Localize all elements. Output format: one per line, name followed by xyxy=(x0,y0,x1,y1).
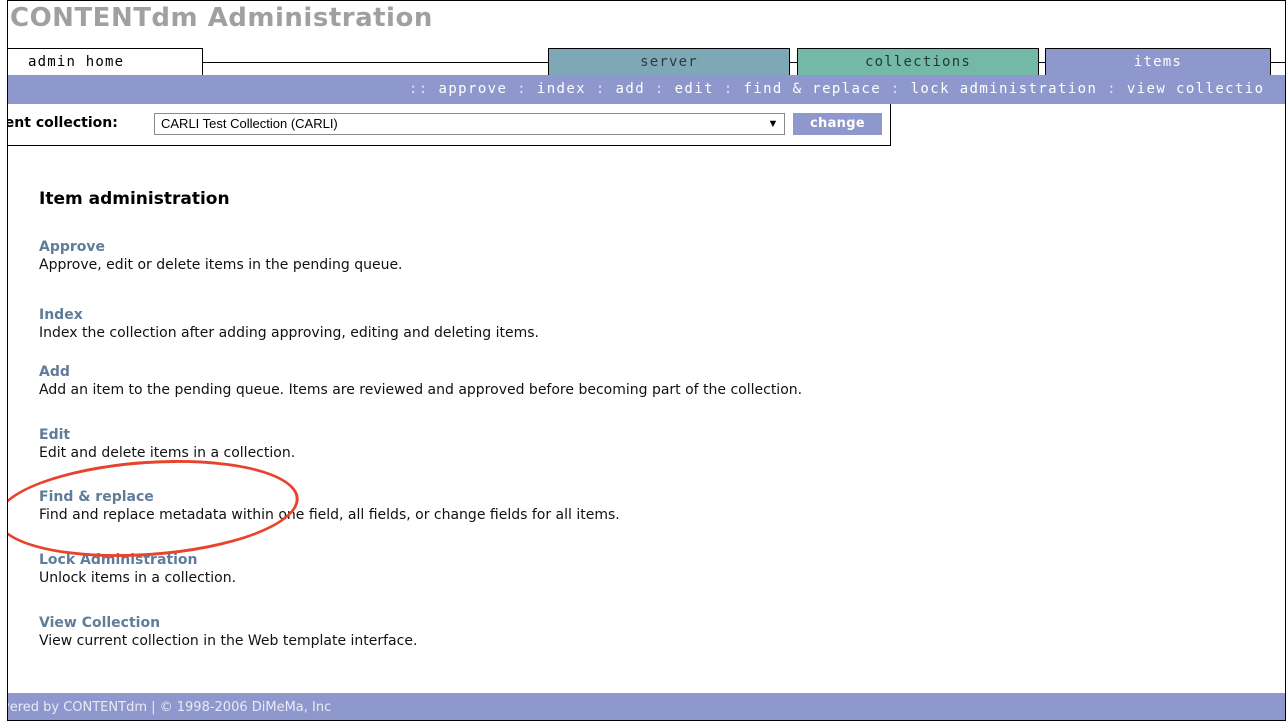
link-index[interactable]: Index xyxy=(39,306,539,324)
desc-view-collection: View current collection in the Web templ… xyxy=(39,633,418,649)
change-button[interactable]: change xyxy=(793,113,882,135)
subnav-links: :: approve : index : add : edit : find &… xyxy=(409,75,1264,104)
entry-lock-administration: Lock Administration Unlock items in a col… xyxy=(39,551,236,587)
desc-index: Index the collection after adding approv… xyxy=(39,325,539,341)
link-add[interactable]: Add xyxy=(39,363,802,381)
entry-index: Index Index the collection after adding a… xyxy=(39,306,539,342)
current-collection-label: rrent collection: xyxy=(7,115,118,131)
current-collection-bar: rrent collection: CARLI Test Collection … xyxy=(8,104,891,146)
entry-view-collection: View Collection View current collection i… xyxy=(39,614,417,650)
desc-find-replace: Find and replace metadata within one fie… xyxy=(39,507,620,523)
tab-server[interactable]: server xyxy=(548,48,790,75)
main-content: Item administration Approve Approve, edit… xyxy=(39,186,1239,649)
tab-items[interactable]: items xyxy=(1045,48,1271,75)
items-subnav: :: approve : index : add : edit : find &… xyxy=(8,75,1285,104)
subnav-link-find-replace[interactable]: find & replace xyxy=(743,81,881,97)
entry-approve: Approve Approve, edit or delete items in … xyxy=(39,238,403,274)
subnav-separator: : xyxy=(517,81,528,97)
entry-add: Add Add an item to the pending queue. Ite… xyxy=(39,363,802,399)
subnav-link-edit[interactable]: edit xyxy=(675,81,714,97)
link-find-replace[interactable]: Find & replace xyxy=(39,488,620,506)
footer: vered by CONTENTdm | © 1998-2006 DiMeMa,… xyxy=(7,693,1285,720)
subnav-link-add[interactable]: add xyxy=(616,81,646,97)
dropdown-arrow-icon[interactable]: ▼ xyxy=(765,115,781,133)
desc-lock-administration: Unlock items in a collection. xyxy=(39,570,237,586)
entry-find-replace: Find & replace Find and replace metadata … xyxy=(39,488,620,524)
subnav-link-lock-administration[interactable]: lock administration xyxy=(911,81,1098,97)
footer-copyright: vered by CONTENTdm | © 1998-2006 DiMeMa,… xyxy=(7,700,332,715)
subnav-separator: : xyxy=(654,81,665,97)
subnav-prefix: :: xyxy=(409,81,429,97)
entry-edit: Edit Edit and delete items in a collectio… xyxy=(39,426,295,462)
desc-edit: Edit and delete items in a collection. xyxy=(39,445,296,461)
link-approve[interactable]: Approve xyxy=(39,238,403,256)
subnav-link-view-collectio[interactable]: view collectio xyxy=(1127,81,1265,97)
subnav-separator: : xyxy=(723,81,734,97)
subnav-separator: : xyxy=(595,81,606,97)
page-title: Item administration xyxy=(39,189,230,209)
desc-approve: Approve, edit or delete items in the pen… xyxy=(39,257,403,273)
tab-admin-home[interactable]: admin home xyxy=(8,48,203,75)
collection-select[interactable]: CARLI Test Collection (CARLI) ▼ xyxy=(154,113,785,135)
link-lock-administration[interactable]: Lock Administration xyxy=(39,551,236,569)
subnav-separator: : xyxy=(890,81,901,97)
desc-add: Add an item to the pending queue. Items … xyxy=(39,382,803,398)
subnav-separator: : xyxy=(1107,81,1118,97)
tab-stub-line xyxy=(1276,62,1285,63)
subnav-link-index[interactable]: index xyxy=(537,81,586,97)
app-title: CONTENTdm Administration xyxy=(10,3,433,33)
link-view-collection[interactable]: View Collection xyxy=(39,614,417,632)
collection-select-value: CARLI Test Collection (CARLI) xyxy=(161,116,338,131)
tab-collections[interactable]: collections xyxy=(797,48,1039,75)
app-window: CONTENTdm Administration admin home serv… xyxy=(7,0,1286,721)
tab-bar: admin home server collections items xyxy=(8,48,1285,75)
subnav-link-approve[interactable]: approve xyxy=(439,81,508,97)
link-edit[interactable]: Edit xyxy=(39,426,295,444)
